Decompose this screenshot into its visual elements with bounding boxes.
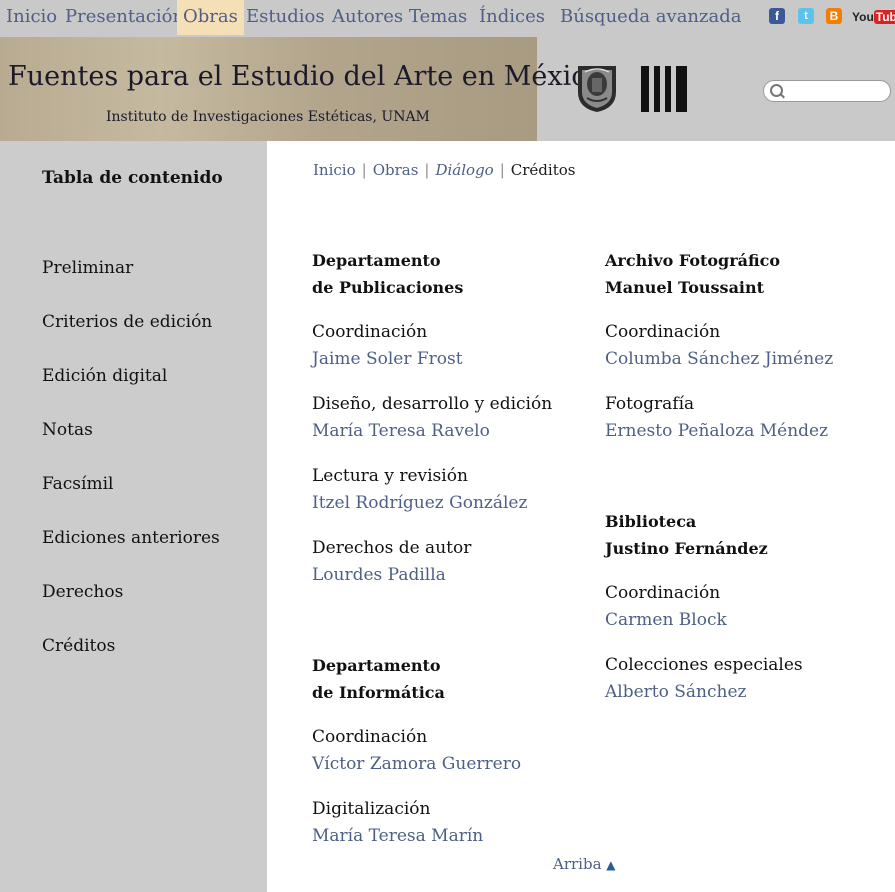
- sidebar-item-edicion-digital[interactable]: Edición digital: [42, 366, 167, 386]
- nav-obras[interactable]: Obras: [177, 0, 244, 35]
- sidebar-item-criterios[interactable]: Criterios de edición: [42, 312, 212, 332]
- breadcrumb: Inicio | Obras | Diálogo | Créditos: [313, 161, 575, 179]
- site-subtitle: Instituto de Investigaciones Estéticas, …: [106, 109, 430, 125]
- youtube-tube-text: Tube: [873, 10, 895, 24]
- twitter-icon[interactable]: t: [798, 8, 814, 24]
- credit-entry: Coordinación Víctor Zamora Guerrero: [312, 724, 521, 778]
- credit-role: Coordinación: [312, 322, 428, 342]
- breadcrumb-dialogo[interactable]: Diálogo: [435, 161, 493, 179]
- nav-indices[interactable]: Índices: [473, 0, 551, 35]
- nav-autores[interactable]: Autores: [326, 0, 409, 35]
- iie-logo-stripe: [660, 66, 665, 112]
- nav-busqueda-avanzada[interactable]: Búsqueda avanzada: [554, 0, 748, 35]
- banner-title-area: Fuentes para el Estudio del Arte en Méxi…: [0, 37, 603, 141]
- credit-entry: Coordinación Columba Sánchez Jiménez: [605, 319, 833, 373]
- credit-entry: Diseño, desarrollo y edición María Teres…: [312, 391, 552, 445]
- credit-entry: Coordinación Jaime Soler Frost: [312, 319, 463, 373]
- dept-title-line2: Manuel Toussaint: [605, 278, 765, 297]
- credit-person[interactable]: Carmen Block: [605, 607, 727, 634]
- credit-role: Digitalización: [312, 799, 431, 819]
- credit-person[interactable]: María Teresa Marín: [312, 823, 483, 850]
- dept-title-line2: de Publicaciones: [312, 278, 464, 297]
- iie-logo-icon[interactable]: [641, 66, 687, 112]
- credit-person[interactable]: Lourdes Padilla: [312, 562, 471, 589]
- credit-role: Coordinación: [605, 322, 721, 342]
- credit-person[interactable]: Columba Sánchez Jiménez: [605, 346, 833, 373]
- iie-logo-stripe: [671, 66, 676, 112]
- breadcrumb-separator: |: [361, 161, 367, 179]
- sidebar-item-preliminar[interactable]: Preliminar: [42, 258, 133, 278]
- sidebar-item-derechos[interactable]: Derechos: [42, 582, 123, 602]
- dept-title-line1: Departamento: [312, 656, 441, 675]
- nav-inicio[interactable]: Inicio: [0, 0, 63, 35]
- credit-entry: Digitalización María Teresa Marín: [312, 796, 483, 850]
- credit-role: Fotografía: [605, 394, 695, 414]
- site-banner: Fuentes para el Estudio del Arte en Méxi…: [0, 37, 895, 141]
- top-navigation: Inicio Presentación Obras Estudios Autor…: [0, 0, 895, 37]
- credit-role: Colecciones especiales: [605, 655, 803, 675]
- dept-title-line2: Justino Fernández: [605, 539, 768, 558]
- blogger-icon[interactable]: B: [826, 8, 842, 24]
- toc-title: Tabla de contenido: [42, 168, 223, 188]
- youtube-you-text: You: [852, 10, 874, 24]
- search-input[interactable]: [784, 82, 888, 102]
- credit-person[interactable]: Alberto Sánchez: [605, 679, 803, 706]
- search-field[interactable]: [763, 80, 891, 102]
- dept-title-line1: Biblioteca: [605, 512, 697, 531]
- dept-archivo-fotografico: Archivo Fotográfico Manuel Toussaint: [605, 247, 780, 301]
- credit-entry: Colecciones especiales Alberto Sánchez: [605, 652, 803, 706]
- credit-entry: Fotografía Ernesto Peñaloza Méndez: [605, 391, 828, 445]
- youtube-icon[interactable]: YouTube: [852, 8, 895, 26]
- dept-title-line2: de Informática: [312, 683, 445, 702]
- nav-temas[interactable]: Temas: [403, 0, 473, 35]
- credit-person[interactable]: Itzel Rodríguez González: [312, 490, 527, 517]
- search-icon: [770, 84, 783, 97]
- breadcrumb-separator: |: [424, 161, 430, 179]
- credit-entry: Coordinación Carmen Block: [605, 580, 727, 634]
- unam-shield-icon[interactable]: [572, 62, 622, 114]
- dept-title-line1: Archivo Fotográfico: [605, 251, 781, 270]
- credit-role: Diseño, desarrollo y edición: [312, 394, 553, 414]
- breadcrumb-current: Créditos: [510, 161, 576, 179]
- credit-person[interactable]: Ernesto Peñaloza Méndez: [605, 418, 828, 445]
- credit-role: Coordinación: [605, 583, 721, 603]
- dept-publicaciones: Departamento de Publicaciones: [312, 247, 463, 301]
- credit-person[interactable]: Víctor Zamora Guerrero: [312, 751, 521, 778]
- dept-biblioteca: Biblioteca Justino Fernández: [605, 508, 768, 562]
- dept-title-line1: Departamento: [312, 251, 441, 270]
- sidebar-item-ediciones-anteriores[interactable]: Ediciones anteriores: [42, 528, 220, 548]
- credit-entry: Lectura y revisión Itzel Rodríguez Gonzá…: [312, 463, 527, 517]
- credit-role: Lectura y revisión: [312, 466, 468, 486]
- nav-estudios[interactable]: Estudios: [240, 0, 331, 35]
- breadcrumb-separator: |: [499, 161, 505, 179]
- nav-presentacion[interactable]: Presentación: [59, 0, 190, 35]
- credit-entry: Derechos de autor Lourdes Padilla: [312, 535, 471, 589]
- arrow-up-icon: ▲: [606, 858, 616, 872]
- back-to-top-link[interactable]: Arriba ▲: [553, 855, 616, 873]
- sidebar-item-creditos[interactable]: Créditos: [42, 636, 115, 656]
- back-to-top-label: Arriba: [553, 855, 602, 873]
- facebook-icon[interactable]: f: [769, 8, 785, 24]
- credit-person[interactable]: Jaime Soler Frost: [312, 346, 463, 373]
- breadcrumb-obras[interactable]: Obras: [373, 161, 419, 179]
- sidebar: Tabla de contenido Preliminar Criterios …: [0, 141, 267, 892]
- credit-role: Derechos de autor: [312, 538, 472, 558]
- credit-role: Coordinación: [312, 727, 428, 747]
- sidebar-item-notas[interactable]: Notas: [42, 420, 93, 440]
- breadcrumb-inicio[interactable]: Inicio: [313, 161, 356, 179]
- dept-informatica: Departamento de Informática: [312, 652, 445, 706]
- credit-person[interactable]: María Teresa Ravelo: [312, 418, 552, 445]
- sidebar-item-facsimil[interactable]: Facsímil: [42, 474, 113, 494]
- iie-logo-stripe: [649, 66, 654, 112]
- site-title[interactable]: Fuentes para el Estudio del Arte en Méxi…: [8, 61, 603, 92]
